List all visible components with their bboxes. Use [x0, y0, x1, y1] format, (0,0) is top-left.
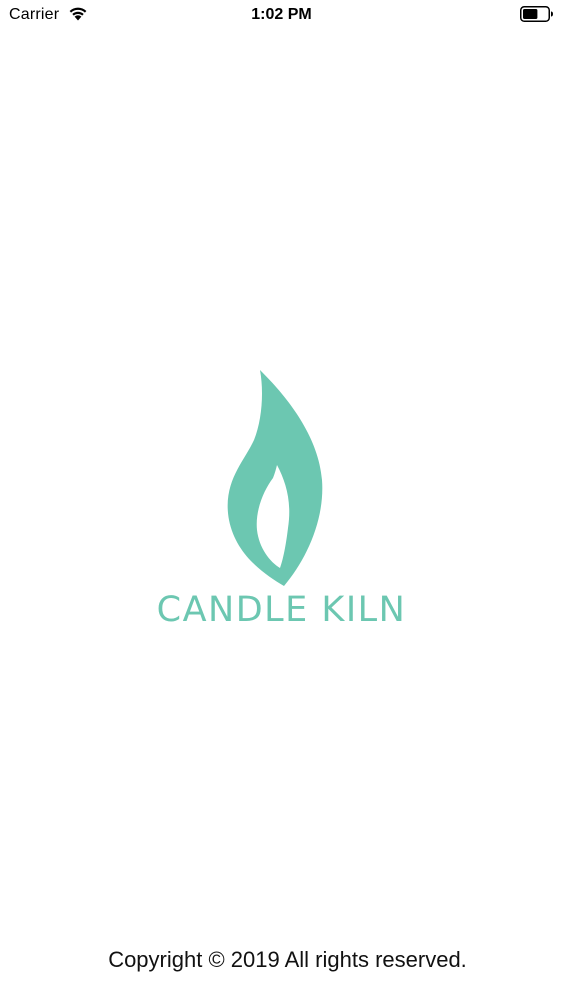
- battery-level-fill: [523, 9, 538, 19]
- brand-name: CANDLE KILN: [156, 590, 407, 630]
- battery-icon: [520, 6, 553, 22]
- status-bar: Carrier 1:02 PM: [0, 0, 563, 30]
- status-time: 1:02 PM: [251, 6, 312, 23]
- copyright-text: Copyright © 2019 All rights reserved.: [108, 947, 467, 972]
- flame-icon: [227, 370, 323, 586]
